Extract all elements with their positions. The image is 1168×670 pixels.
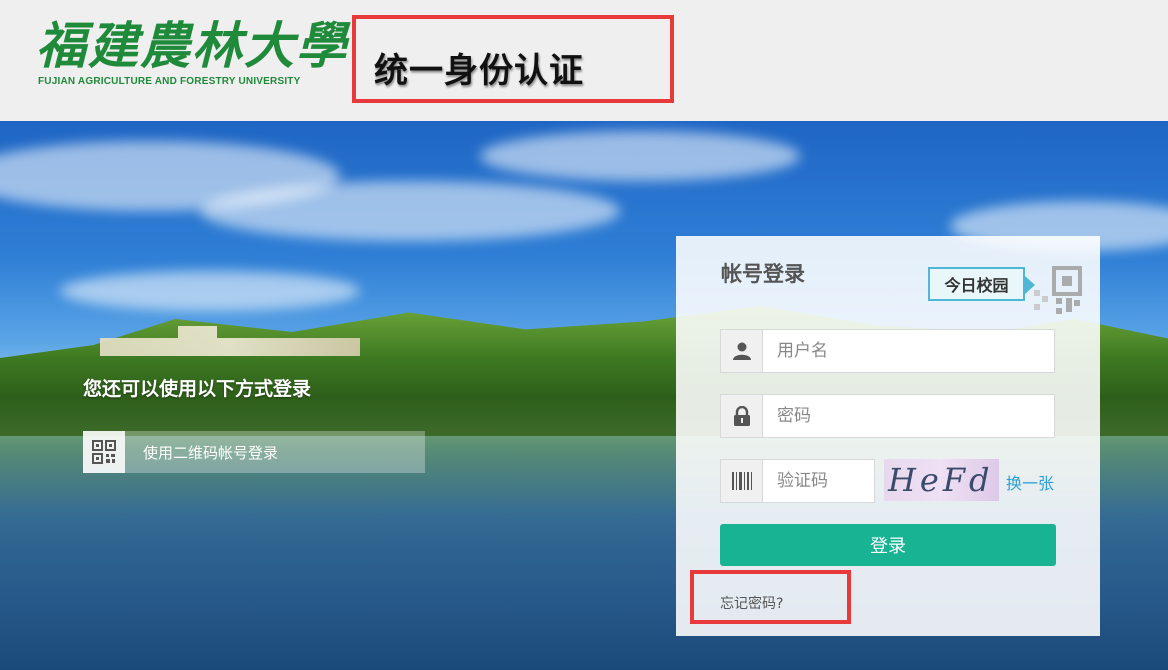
password-field	[720, 394, 1055, 438]
forgot-highlight-box: 忘记密码?	[690, 570, 851, 624]
forgot-password-link[interactable]: 忘记密码?	[720, 593, 783, 613]
login-panel: 帐号登录 今日校园 用户名 验证码 HeFd 换一张 登录 忘记密码?	[676, 236, 1100, 636]
captcha-text: HeFd	[888, 461, 994, 499]
site-header: 福建農林大學 FUJIAN AGRICULTURE AND FORESTRY U…	[0, 0, 1168, 121]
cloud	[480, 131, 800, 181]
title-highlight-box: 统一身份认证	[352, 15, 674, 103]
qr-code-icon	[83, 431, 125, 473]
username-field	[720, 329, 1055, 373]
captcha-image[interactable]: HeFd	[884, 459, 999, 501]
login-title: 帐号登录	[721, 262, 805, 286]
university-logo-cn: 福建農林大學	[36, 16, 348, 75]
user-icon	[720, 329, 762, 373]
lock-icon	[720, 394, 762, 438]
cloud	[60, 271, 360, 311]
qr-login-button[interactable]: 使用二维码帐号登录	[83, 431, 425, 473]
refresh-captcha-link[interactable]: 换一张	[1006, 470, 1054, 494]
login-button[interactable]: 登录	[720, 524, 1056, 566]
campus-app-tag[interactable]: 今日校园	[928, 267, 1035, 301]
captcha-input[interactable]	[762, 459, 875, 503]
qr-corner-icon[interactable]	[1032, 266, 1082, 316]
qr-login-label: 使用二维码帐号登录	[143, 443, 279, 462]
username-input[interactable]	[762, 329, 1055, 373]
barcode-icon	[720, 459, 762, 503]
page-title: 统一身份认证	[374, 51, 584, 91]
alt-login-title: 您还可以使用以下方式登录	[83, 378, 312, 400]
cloud	[200, 181, 620, 241]
password-input[interactable]	[762, 394, 1055, 438]
captcha-field	[720, 459, 875, 503]
university-logo-en: FUJIAN AGRICULTURE AND FORESTRY UNIVERSI…	[38, 76, 301, 87]
